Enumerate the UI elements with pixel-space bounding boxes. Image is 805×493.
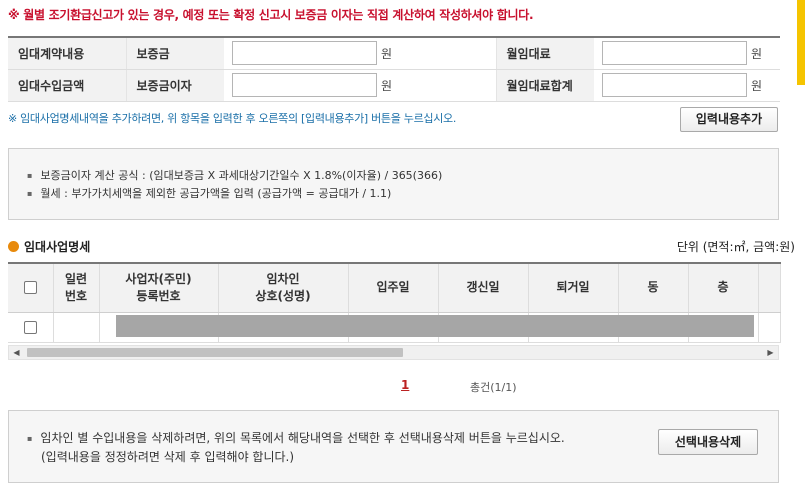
- formula-interest: 보증금이자 계산 공식 : (임대보증금 X 과세대상기간일수 X 1.8%(이…: [27, 167, 760, 185]
- form-row-contract: 임대계약내용 보증금 원 월임대료 원: [8, 37, 780, 70]
- scrollbar-thumb[interactable]: [797, 0, 805, 85]
- unit-won: 원: [751, 78, 763, 93]
- select-all-checkbox[interactable]: [23, 281, 37, 295]
- col-tenant: 임차인 상호(성명): [218, 263, 349, 313]
- scroll-left-icon[interactable]: ◀: [9, 346, 24, 359]
- formula-rent: 월세 : 부가가치세액을 제외한 공급가액을 입력 (공급가액 = 공급대가 /…: [27, 185, 760, 203]
- unit-note: 단위 (면적:㎡, 금액:원): [676, 240, 795, 254]
- delete-instruction: 임차인 별 수입내용을 삭제하려면, 위의 목록에서 해당내역을 선택한 후 선…: [27, 429, 760, 448]
- scroll-right-icon[interactable]: ▶: [763, 346, 778, 359]
- monthly-rent-total-input[interactable]: [602, 73, 747, 97]
- col-dong: 동: [618, 263, 689, 313]
- masked-row-data: [116, 315, 754, 337]
- deposit-interest-input[interactable]: [232, 73, 377, 97]
- warning-notice: ※ 월별 조기환급신고가 있는 경우, 예정 또는 확정 신고시 보증금 이자는…: [8, 8, 534, 22]
- col-floor: 층: [688, 263, 759, 313]
- delete-selected-button[interactable]: 선택내용삭제: [658, 429, 758, 455]
- edit-instruction: (입력내용을 정정하려면 삭제 후 입력해야 합니다.): [41, 450, 295, 464]
- col-move-out: 퇴거일: [528, 263, 619, 313]
- table-header: 일련 번호 사업자(주민) 등록번호 임차인 상호(성명) 입주일 갱신일 퇴거일 동…: [8, 263, 781, 313]
- add-entry-button[interactable]: 입력내용추가: [680, 107, 778, 132]
- col-bizno: 사업자(주민) 등록번호: [99, 263, 219, 313]
- row-checkbox[interactable]: [23, 321, 37, 334]
- unit-won: 원: [751, 46, 763, 61]
- monthly-rent-input[interactable]: [602, 41, 747, 66]
- col-move-in: 입주일: [348, 263, 439, 313]
- label-income: 임대수입금액: [8, 69, 126, 102]
- label-monthly-rent-total: 월임대료합계: [495, 69, 594, 102]
- unit-won: 원: [381, 78, 393, 93]
- formula-box: 보증금이자 계산 공식 : (임대보증금 X 과세대상기간일수 X 1.8%(이…: [8, 148, 779, 220]
- col-seq: 일련 번호: [53, 263, 100, 313]
- section-title: 임대사업명세: [8, 238, 90, 255]
- unit-won: 원: [381, 46, 393, 61]
- form-row-income: 임대수입금액 보증금이자 원 월임대료합계 원: [8, 69, 780, 102]
- page-link-1[interactable]: 1: [401, 378, 409, 392]
- deposit-input[interactable]: [232, 41, 377, 66]
- scroll-thumb[interactable]: [27, 348, 403, 357]
- label-contract: 임대계약내용: [8, 37, 126, 70]
- col-renew: 갱신일: [438, 263, 529, 313]
- label-deposit: 보증금: [125, 37, 224, 70]
- label-deposit-interest: 보증금이자: [125, 69, 224, 102]
- bullet-icon: [8, 241, 19, 252]
- label-monthly-rent: 월임대료: [495, 37, 594, 70]
- total-count: 총건(1/1): [470, 381, 517, 394]
- rent-form: 임대계약내용 보증금 원 월임대료 원 임대수입금액 보증금이자 원 월임대료합…: [8, 36, 780, 102]
- add-instruction: ※ 임대사업명세내역을 추가하려면, 위 항목을 입력한 후 오른쪽의 [입력내…: [8, 112, 457, 125]
- horizontal-scrollbar[interactable]: ◀ ▶: [8, 345, 779, 360]
